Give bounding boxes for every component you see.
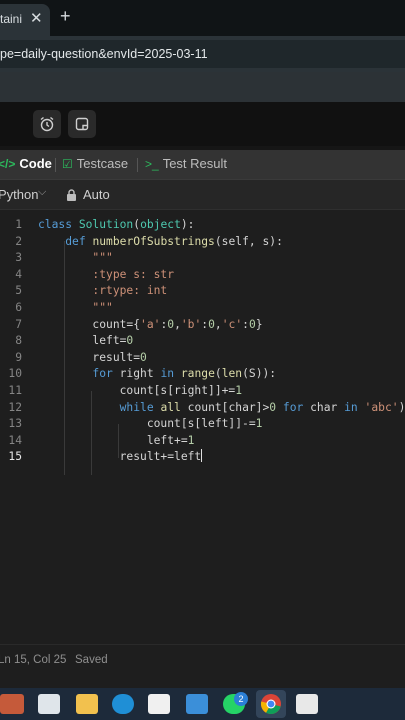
cursor-position: Ln 15, Col 25	[0, 654, 67, 666]
store-icon[interactable]	[148, 694, 170, 714]
checkbox-icon: ☑	[62, 156, 73, 171]
auto-mode-toggle[interactable]: Auto	[66, 187, 110, 202]
alarm-clock-button[interactable]	[33, 110, 61, 138]
line-number: 7	[15, 317, 22, 331]
code-line: 10 for right in range(len(S)):	[0, 366, 405, 383]
auto-mode-label: Auto	[83, 187, 110, 202]
new-tab-button[interactable]: +	[60, 6, 71, 27]
notes-button[interactable]	[68, 110, 96, 138]
task-view-icon[interactable]	[38, 694, 60, 714]
code-icon: </>	[0, 156, 16, 171]
tab-test-result[interactable]: >_ Test Result	[145, 156, 227, 171]
code-line: 4 :type s: str	[0, 267, 405, 284]
file-explorer-icon[interactable]	[76, 694, 98, 714]
line-number: 4	[15, 267, 22, 281]
line-number: 15	[8, 450, 22, 464]
url-text: pe=daily-question&envId=2025-03-11	[0, 47, 208, 61]
code-line: 7 count={'a':0,'b':0,'c':0}	[0, 317, 405, 334]
line-number: 11	[8, 384, 22, 397]
line-number: 12	[8, 400, 22, 414]
code-line: 9 result=0	[0, 350, 405, 367]
url-field[interactable]: pe=daily-question&envId=2025-03-11	[0, 40, 405, 68]
line-number: 10	[8, 367, 22, 381]
line-number: 3	[15, 251, 22, 265]
tab-testcase-label: Testcase	[76, 156, 129, 171]
line-number: 6	[15, 301, 22, 314]
address-bar: pe=daily-question&envId=2025-03-11	[0, 36, 405, 72]
browser-tab[interactable]: taini ✕	[0, 4, 50, 36]
divider	[137, 158, 138, 172]
note-icon	[75, 117, 89, 131]
panel-tab-bar: </> Code ☑ Testcase >_ Test Result	[0, 150, 405, 180]
code-line: 3 """	[0, 250, 405, 267]
chevron-down-icon[interactable]: ⌵	[38, 186, 46, 199]
bookmarks-strip	[0, 72, 405, 102]
code-line: 14 left+=1	[0, 433, 405, 450]
language-select[interactable]: Python	[0, 187, 38, 202]
line-number: 14	[8, 433, 22, 447]
code-line: 1 class Solution(object):	[0, 217, 405, 234]
save-status: Saved	[75, 654, 108, 666]
code-line: 15 result+=left	[0, 449, 405, 466]
snipping-tool-icon[interactable]	[296, 694, 318, 714]
code-line: 13 count[s[left]]-=1	[0, 416, 405, 433]
code-line: 11 count[s[right]]+=1	[0, 383, 405, 400]
line-number: 1	[15, 218, 22, 231]
app-icon[interactable]	[0, 694, 24, 714]
text-cursor	[201, 449, 203, 463]
code-line: 8 left=0	[0, 333, 405, 350]
chrome-icon[interactable]	[260, 693, 282, 715]
line-number: 9	[15, 350, 22, 364]
edge-browser-icon[interactable]	[112, 694, 134, 714]
app-icon[interactable]	[186, 694, 208, 714]
tab-title: taini	[0, 12, 22, 26]
line-number: 8	[15, 334, 22, 348]
divider	[55, 158, 56, 172]
code-editor[interactable]: 1 class Solution(object): 2 def numberOf…	[0, 211, 405, 644]
code-line: 6 """	[0, 300, 405, 317]
code-line: 12 while all count[char]>0 for char in '…	[0, 400, 405, 417]
os-taskbar	[0, 688, 405, 720]
code-line: 5 :rtype: int	[0, 283, 405, 300]
browser-tab-bar: taini ✕ +	[0, 0, 405, 36]
alarm-clock-icon	[40, 116, 54, 132]
tab-test-result-label: Test Result	[162, 156, 227, 171]
language-row: Python ⌵ Auto	[0, 180, 405, 210]
code-line: 2 def numberOfSubstrings(self, s):	[0, 234, 405, 251]
terminal-icon: >_	[145, 156, 159, 171]
lock-icon	[67, 188, 76, 201]
notification-badge: 2	[234, 692, 248, 706]
tab-code-label: Code	[19, 156, 52, 171]
line-number: 2	[15, 234, 22, 248]
tab-testcase[interactable]: ☑ Testcase	[62, 156, 128, 171]
editor-toolbar	[0, 102, 405, 146]
tab-code[interactable]: </> Code	[0, 156, 52, 171]
close-icon[interactable]: ✕	[30, 9, 43, 27]
status-bar: Ln 15, Col 25 Saved	[0, 644, 405, 674]
line-number: 13	[8, 417, 22, 431]
line-number: 5	[15, 284, 22, 298]
